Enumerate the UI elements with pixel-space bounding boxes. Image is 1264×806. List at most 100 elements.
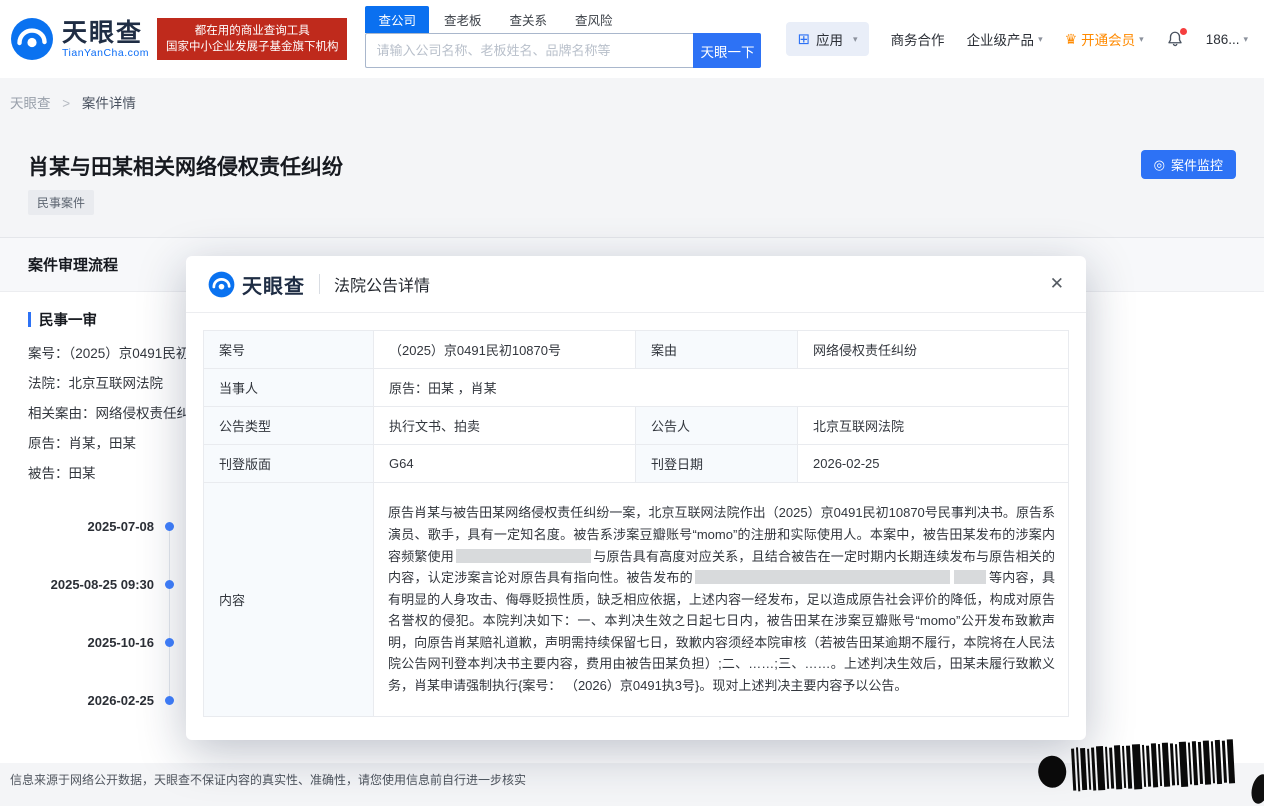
monitor-target-icon: ◎	[1154, 157, 1165, 173]
court-announcement-modal: 天眼查 法院公告详情 ✕ 案号 （2025）京0491民初10870号 案由 网…	[186, 256, 1086, 740]
tab-search-risk[interactable]: 查风险	[562, 6, 626, 33]
announcement-table: 案号 （2025）京0491民初10870号 案由 网络侵权责任纠纷 当事人 原…	[203, 330, 1069, 717]
logo-title: 天眼查	[62, 20, 149, 47]
footer-disclaimer: 信息来源于网络公开数据，天眼查不保证内容的真实性、准确性，请您使用信息前自行进一…	[10, 771, 526, 788]
nav-enterprise-label: 企业级产品	[967, 29, 1035, 49]
close-icon[interactable]: ✕	[1050, 274, 1064, 294]
nav-vip-label: 开通会员	[1081, 29, 1135, 49]
field-label: 案号：	[28, 346, 69, 361]
modal-logo-title: 天眼查	[242, 270, 305, 299]
field-value: 肖某，田某	[69, 436, 137, 451]
party-label: 当事人	[204, 369, 374, 407]
barcode-watermark	[1036, 735, 1248, 795]
cause-value: 网络侵权责任纠纷	[798, 331, 1069, 369]
tianyancha-logo-icon	[10, 17, 54, 61]
table-row: 公告类型 执行文书、拍卖 公告人 北京互联网法院	[204, 407, 1069, 445]
page-label: 刊登版面	[204, 445, 374, 483]
field-value: 北京互联网法院	[69, 376, 164, 391]
tianyancha-logo[interactable]: 天眼查 TianYanCha.com	[10, 17, 149, 61]
timeline-date: 2025-07-08	[88, 519, 155, 534]
case-timeline: 2025-07-08 2025-08-25 09:30 2025-10-16 2…	[28, 497, 174, 729]
nav-apps-label: 应用	[816, 29, 843, 49]
modal-header: 天眼查 法院公告详情 ✕	[186, 256, 1086, 313]
stage-accent-bar	[28, 312, 31, 327]
table-row: 案号 （2025）京0491民初10870号 案由 网络侵权责任纠纷	[204, 331, 1069, 369]
case-monitor-button[interactable]: ◎ 案件监控	[1141, 150, 1236, 179]
nav-enterprise-products[interactable]: 企业级产品 ▾	[967, 29, 1043, 49]
promo-badge: 都在用的商业查询工具 国家中小企业发展子基金旗下机构	[157, 18, 348, 60]
timeline-item: 2025-10-16	[28, 613, 174, 671]
announcer-value: 北京互联网法院	[798, 407, 1069, 445]
top-nav: ⊞ 应用 ▾ 商务合作 企业级产品 ▾ ♛ 开通会员 ▾ 186... ▾	[786, 22, 1248, 56]
publish-date-value: 2026-02-25	[798, 445, 1069, 483]
table-row: 内容 原告肖某与被告田某网络侵权责任纠纷一案，北京互联网法院作出（2025）京0…	[204, 483, 1069, 717]
timeline-dot	[165, 696, 174, 705]
case-no-label: 案号	[204, 331, 374, 369]
breadcrumb-separator: >	[62, 96, 70, 111]
timeline-dot	[165, 580, 174, 589]
breadcrumb-home[interactable]: 天眼查	[10, 96, 51, 111]
tab-search-relation[interactable]: 查关系	[497, 6, 561, 33]
nav-open-vip[interactable]: ♛ 开通会员 ▾	[1065, 29, 1144, 49]
chevron-down-icon: ▾	[1038, 34, 1043, 45]
nav-account-phone[interactable]: 186... ▾	[1206, 32, 1248, 47]
tab-search-company[interactable]: 查公司	[365, 6, 429, 33]
nav-business-cooperation[interactable]: 商务合作	[891, 29, 945, 49]
search-input[interactable]	[365, 33, 693, 68]
redacted-text	[456, 549, 591, 563]
top-header: 天眼查 TianYanCha.com 都在用的商业查询工具 国家中小企业发展子基…	[0, 0, 1264, 78]
search-button[interactable]: 天眼一下	[693, 33, 761, 68]
modal-title: 法院公告详情	[334, 272, 430, 296]
announcer-label: 公告人	[636, 407, 798, 445]
timeline-date: 2026-02-25	[88, 693, 155, 708]
case-type-badge: 民事案件	[28, 190, 94, 215]
promo-line-2: 国家中小企业发展子基金旗下机构	[166, 39, 339, 55]
case-monitor-label: 案件监控	[1171, 155, 1223, 174]
tab-search-boss[interactable]: 查老板	[431, 6, 495, 33]
table-row: 当事人 原告：田某 ，肖某	[204, 369, 1069, 407]
content-label: 内容	[204, 483, 374, 717]
notification-bell-button[interactable]	[1166, 30, 1184, 48]
timeline-date: 2025-08-25 09:30	[51, 577, 154, 592]
search-tabs: 查公司 查老板 查关系 查风险	[365, 6, 761, 33]
chevron-down-icon: ▾	[1139, 34, 1144, 45]
content-text: 等内容，具有明显的人身攻击、侮辱贬损性质，缺乏相应依据，上述内容一经发布，足以造…	[388, 570, 1055, 693]
content-value: 原告肖某与被告田某网络侵权责任纠纷一案，北京互联网法院作出（2025）京0491…	[374, 483, 1069, 717]
tianyancha-logo-icon	[208, 271, 235, 298]
stage-label: 民事一审	[39, 309, 97, 330]
modal-title-divider	[319, 274, 320, 294]
nav-apps-button[interactable]: ⊞ 应用 ▾	[786, 22, 868, 56]
timeline-item: 2026-02-25	[28, 671, 174, 729]
case-flow-section-title: 案件审理流程	[28, 254, 118, 275]
redacted-text	[695, 570, 950, 584]
nav-phone-label: 186...	[1206, 32, 1240, 47]
nav-business-label: 商务合作	[891, 29, 945, 49]
logo-text-block: 天眼查 TianYanCha.com	[62, 20, 149, 59]
notification-dot	[1180, 28, 1187, 35]
search-block: 查公司 查老板 查关系 查风险 天眼一下	[365, 6, 761, 68]
page-title: 肖某与田某相关网络侵权责任纠纷	[28, 151, 343, 181]
field-label: 被告：	[28, 466, 69, 481]
modal-body: 案号 （2025）京0491民初10870号 案由 网络侵权责任纠纷 当事人 原…	[186, 313, 1086, 734]
field-value: 田某	[69, 466, 96, 481]
party-value: 原告：田某 ，肖某	[374, 369, 1069, 407]
announcement-type-label: 公告类型	[204, 407, 374, 445]
promo-line-1: 都在用的商业查询工具	[166, 23, 339, 39]
timeline-item: 2025-08-25 09:30	[28, 555, 174, 613]
breadcrumb: 天眼查 > 案件详情	[10, 92, 136, 112]
timeline-date: 2025-10-16	[88, 635, 155, 650]
chevron-down-icon: ▾	[853, 34, 858, 45]
crown-icon: ♛	[1065, 31, 1078, 48]
table-row: 刊登版面 G64 刊登日期 2026-02-25	[204, 445, 1069, 483]
field-label: 法院：	[28, 376, 69, 391]
publish-date-label: 刊登日期	[636, 445, 798, 483]
field-label: 原告：	[28, 436, 69, 451]
timeline-item: 2025-07-08	[28, 497, 174, 555]
field-label: 相关案由：	[28, 406, 96, 421]
timeline-dot	[165, 522, 174, 531]
redacted-text	[954, 570, 986, 584]
apps-grid-icon: ⊞	[797, 32, 810, 47]
announcement-type-value: 执行文书、拍卖	[374, 407, 636, 445]
breadcrumb-current: 案件详情	[82, 96, 136, 111]
case-no-value: （2025）京0491民初10870号	[374, 331, 636, 369]
